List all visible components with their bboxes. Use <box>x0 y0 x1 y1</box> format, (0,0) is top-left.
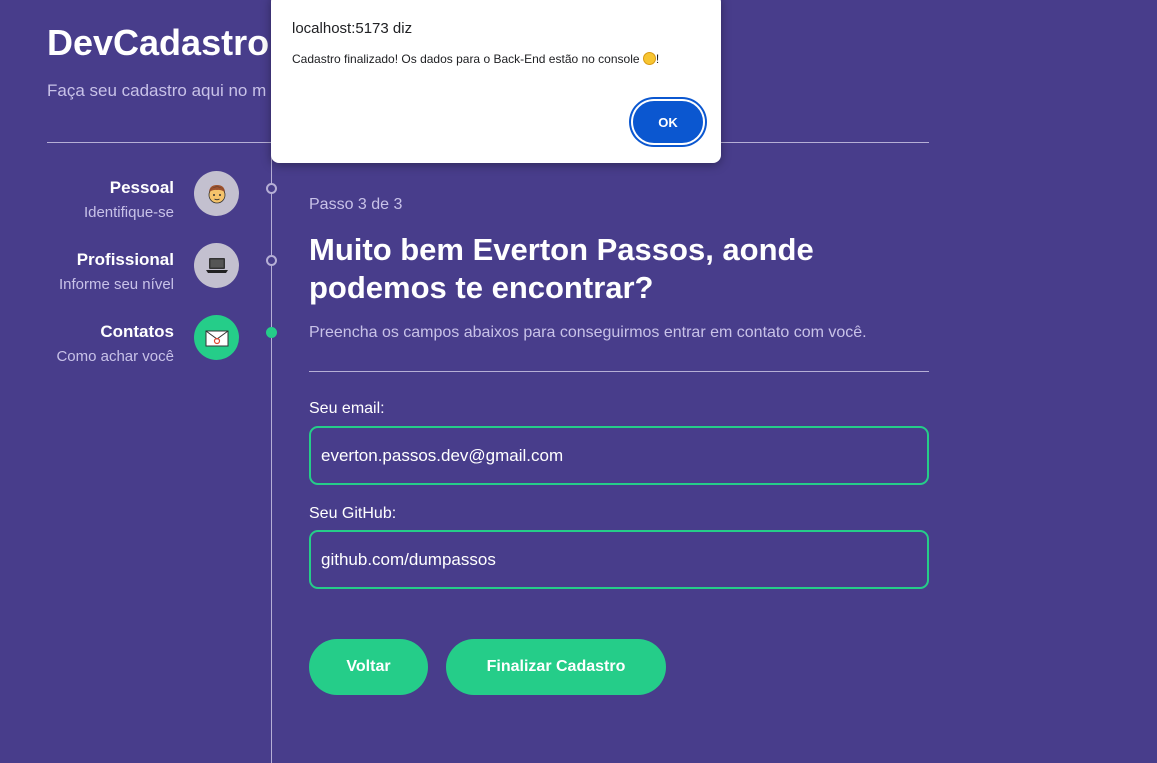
timeline-dot <box>266 183 277 194</box>
step-title: Profissional <box>76 250 174 269</box>
dialog-message: Cadastro finalizado! Os dados para o Bac… <box>292 52 643 66</box>
step-profissional[interactable]: Profissional Informe seu nível <box>0 243 280 310</box>
step-title: Contatos <box>100 322 174 341</box>
content-divider <box>309 371 929 372</box>
app-title: DevCadastro <box>47 22 270 63</box>
step-pessoal[interactable]: Pessoal Identifique-se <box>0 171 280 238</box>
back-button[interactable]: Voltar <box>309 639 428 695</box>
ok-button[interactable]: OK <box>633 101 703 143</box>
timeline-dot <box>266 255 277 266</box>
winking-face-icon <box>642 52 656 65</box>
finish-button[interactable]: Finalizar Cadastro <box>446 639 666 695</box>
envelope-icon <box>194 315 239 360</box>
step-title: Pessoal <box>109 178 174 197</box>
person-icon <box>194 171 239 216</box>
step-contatos[interactable]: Contatos Como achar você <box>0 315 280 382</box>
dialog-message-end: ! <box>655 52 660 66</box>
timeline-dot-active <box>266 327 277 338</box>
email-label: Seu email: <box>309 400 385 417</box>
github-label: Seu GitHub: <box>309 505 397 522</box>
step-description: Identifique-se <box>83 204 174 221</box>
page-description: Preencha os campos abaixos para consegui… <box>309 324 867 341</box>
dialog-message-container: Cadastro finalizado! Os dados para o Bac… <box>292 52 659 66</box>
page-title: Muito bem Everton Passos, aonde podemos … <box>309 232 814 305</box>
step-counter: Passo 3 de 3 <box>309 196 403 213</box>
dialog-origin: localhost:5173 diz <box>292 20 413 37</box>
laptop-icon <box>194 243 239 288</box>
email-field[interactable] <box>309 426 929 485</box>
github-field[interactable] <box>309 530 929 589</box>
alert-dialog: localhost:5173 diz Cadastro finalizado! … <box>271 0 721 163</box>
app-subtitle: Faça seu cadastro aqui no m <box>47 81 267 100</box>
step-description: Informe seu nível <box>58 276 174 293</box>
step-description: Como achar você <box>56 348 174 365</box>
